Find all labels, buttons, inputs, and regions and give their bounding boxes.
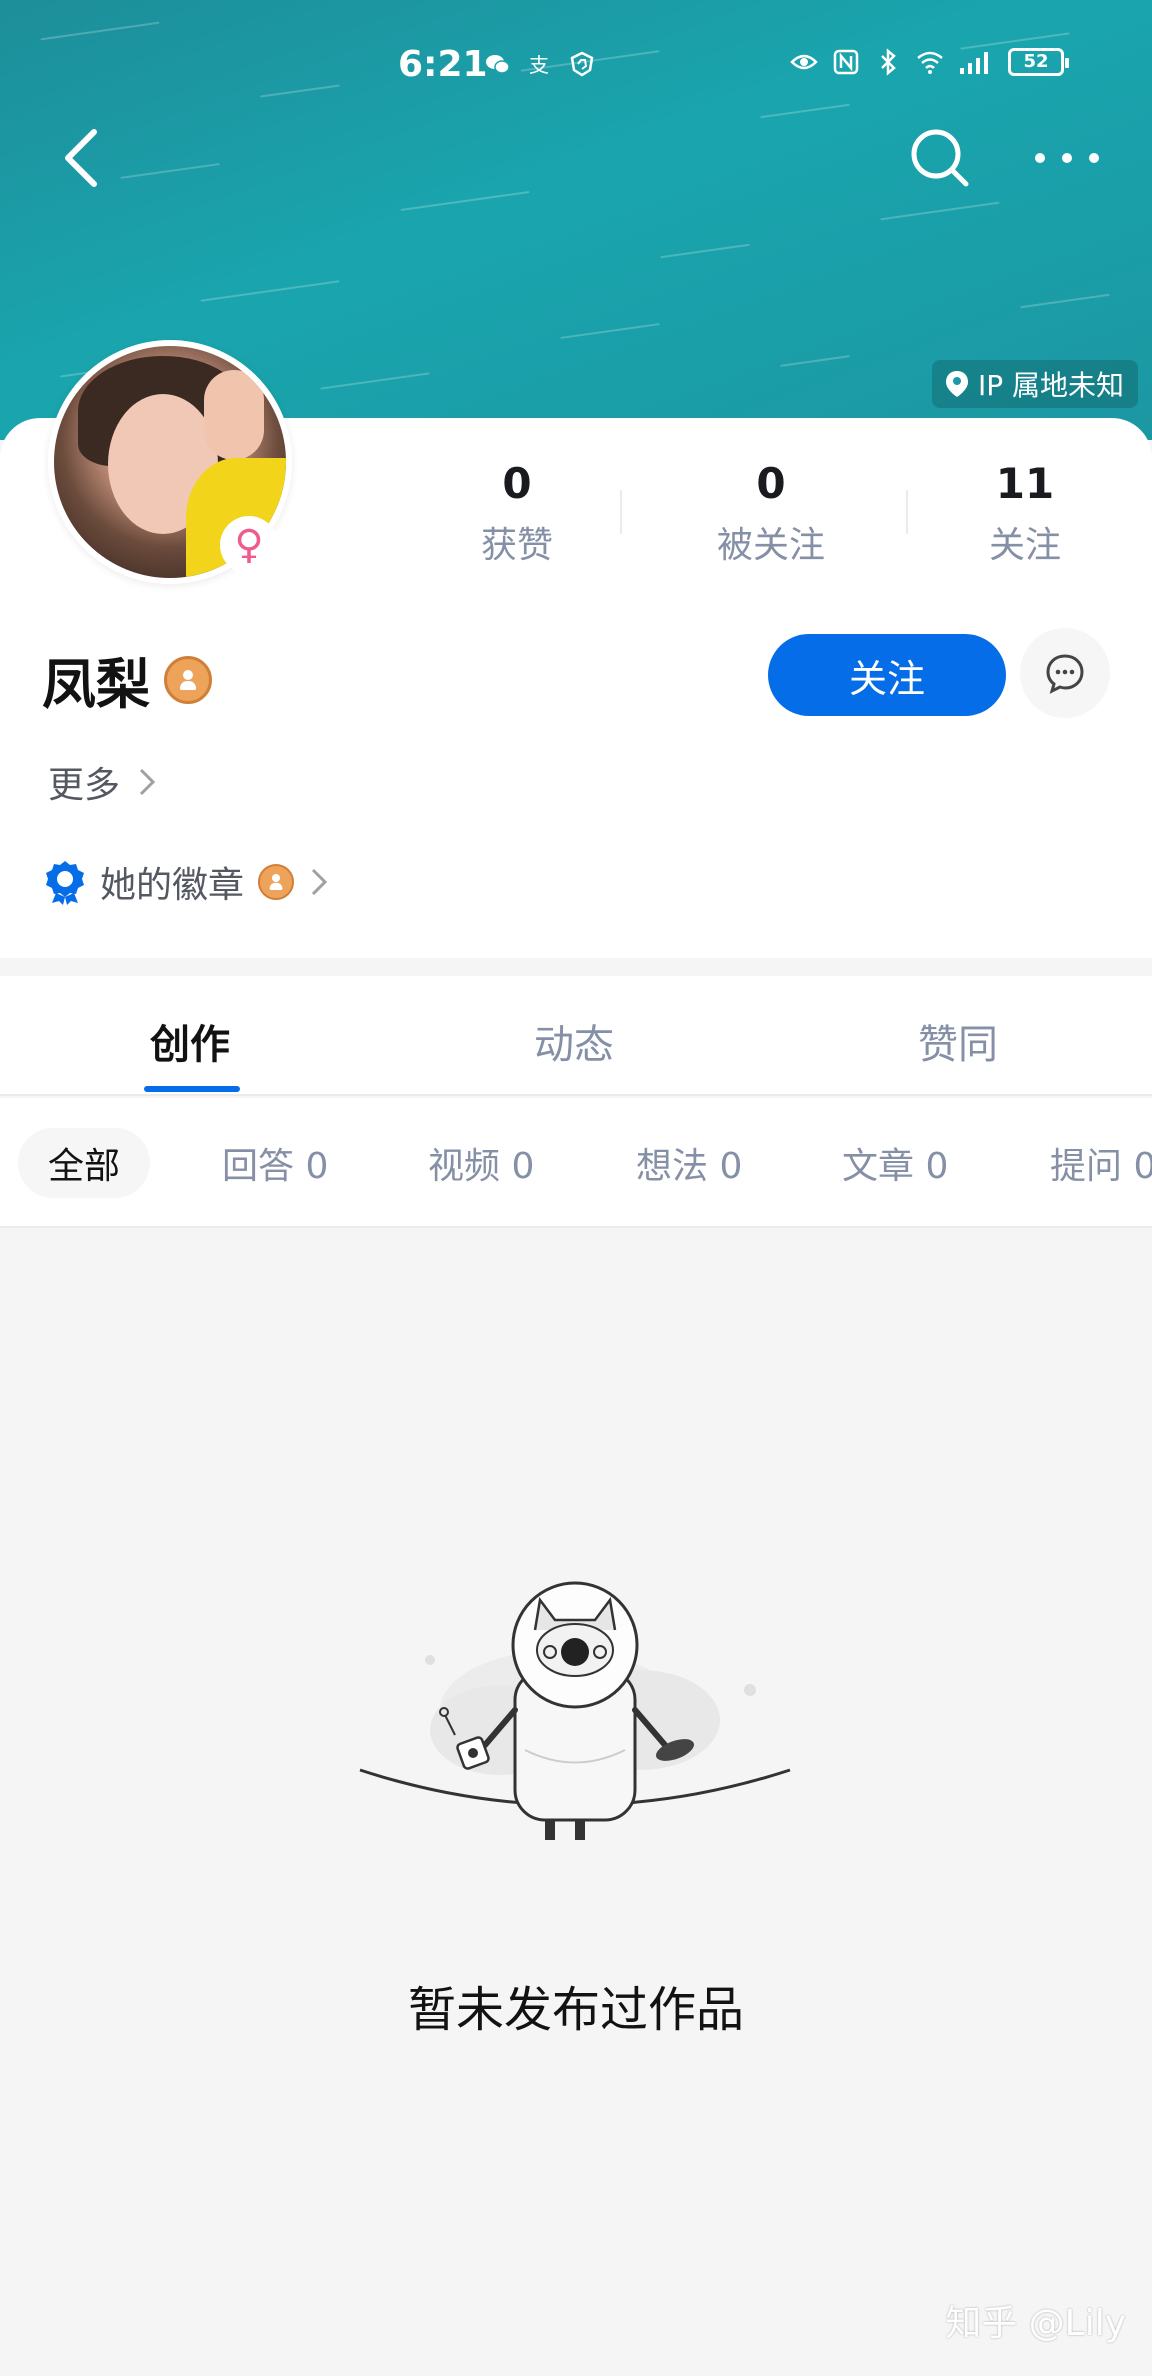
profile-stats: 0 获赞 0 被关注 11 关注: [390, 458, 1152, 568]
filter-videos[interactable]: 视频 0: [428, 1128, 534, 1198]
wifi-icon: [917, 51, 943, 74]
stat-likes-value: 0: [502, 459, 532, 508]
alipay-icon: 支: [529, 53, 549, 77]
ip-location-text: IP 属地未知: [977, 369, 1124, 402]
ip-location-chip: IP 属地未知: [931, 360, 1138, 408]
filter-thoughts[interactable]: 想法 0: [636, 1128, 742, 1198]
status-bar: 6:21 支 52: [0, 44, 1152, 85]
female-gender-icon: ♀: [220, 516, 278, 574]
search-icon[interactable]: [908, 126, 972, 190]
status-time: 6:21: [398, 44, 488, 85]
stat-likes-label: 获赞: [480, 525, 553, 566]
stat-following-label: 关注: [988, 525, 1061, 566]
chat-bubble-icon: [1046, 654, 1084, 694]
stat-followers[interactable]: 0 被关注: [644, 458, 898, 568]
message-button[interactable]: [1020, 628, 1110, 718]
profile-name: 凤梨: [42, 653, 150, 716]
wechat-icon: [486, 55, 510, 74]
stat-followers-label: 被关注: [716, 525, 825, 566]
stat-likes[interactable]: 0 获赞: [390, 458, 644, 568]
svg-text:支: 支: [529, 53, 549, 77]
filter-articles[interactable]: 文章 0: [842, 1128, 948, 1198]
watermark: 知乎 @Lily: [945, 2303, 1126, 2344]
tab-upvotes[interactable]: 赞同: [918, 1012, 998, 1070]
empty-state: 暂未发布过作品: [0, 1230, 1152, 2376]
back-arrow-icon[interactable]: [56, 126, 106, 190]
level-badge-small-icon: [258, 864, 295, 900]
eye-icon: [790, 54, 818, 70]
chevron-right-icon: [311, 868, 328, 896]
tab-activity[interactable]: 动态: [534, 1012, 614, 1070]
signal-icon: [960, 52, 988, 74]
filter-all[interactable]: 全部: [18, 1128, 151, 1198]
bluetooth-icon: [881, 48, 896, 76]
level-badge-icon[interactable]: [164, 655, 212, 704]
tab-creations[interactable]: 创作: [150, 1012, 230, 1070]
stat-following-value: 11: [995, 459, 1055, 508]
battery-indicator: 52: [1008, 48, 1069, 76]
content-tabs: 创作 动态 赞同: [0, 976, 1152, 1096]
astronaut-robot-illustration: [359, 1581, 791, 1840]
badge-ribbon-icon: [46, 861, 84, 905]
active-tab-indicator: [144, 1086, 240, 1092]
empty-state-message: 暂未发布过作品: [407, 1982, 744, 2038]
filter-bar: 全部 回答 0 视频 0 想法 0 文章 0 提问 0: [0, 1098, 1152, 1228]
stat-following[interactable]: 11 关注: [898, 458, 1152, 568]
filter-questions[interactable]: 提问 0: [1050, 1128, 1152, 1198]
more-info-link[interactable]: 更多: [48, 756, 158, 808]
badges-link[interactable]: 她的徽章: [44, 856, 330, 908]
filter-answers[interactable]: 回答 0: [222, 1128, 328, 1198]
badges-label: 她的徽章: [100, 865, 245, 906]
more-label: 更多: [48, 765, 121, 806]
chevron-right-icon: [139, 768, 156, 796]
nfc-icon: [833, 49, 859, 75]
follow-button[interactable]: 关注: [768, 634, 1006, 716]
name-row: 凤梨: [42, 640, 212, 719]
stat-divider: [620, 490, 622, 534]
more-dots-icon[interactable]: [1032, 140, 1102, 176]
stat-followers-value: 0: [756, 459, 786, 508]
location-pin-icon: [945, 371, 968, 397]
shield-icon: [570, 51, 594, 77]
